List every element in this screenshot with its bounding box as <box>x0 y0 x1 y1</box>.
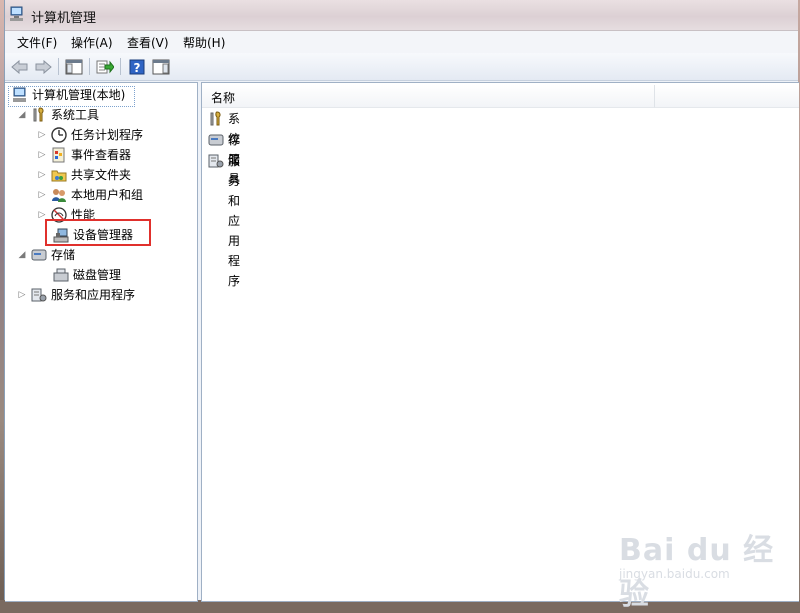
collapsed-arrow-icon[interactable]: ▷ <box>37 165 47 185</box>
tree-item-services-applications[interactable]: ▷ 服务和应用程序 <box>5 285 195 305</box>
tree-item-event-viewer[interactable]: ▷ 事件查看器 <box>5 145 195 165</box>
highlight-annotation-box <box>45 219 151 246</box>
window-title: 计算机管理 <box>31 11 97 26</box>
back-icon <box>11 59 28 74</box>
toolbar: ? <box>5 53 798 81</box>
forward-button[interactable] <box>32 56 54 77</box>
menu-view[interactable]: 查看(V) <box>125 34 171 51</box>
clock-icon <box>51 127 67 143</box>
menu-bar: 文件(F) 操作(A) 查看(V) 帮助(H) <box>5 31 798 54</box>
services-icon <box>31 288 47 302</box>
toolbar-separator <box>58 58 59 75</box>
toolbar-separator <box>120 58 121 75</box>
export-list-icon <box>96 60 114 73</box>
back-button[interactable] <box>9 56 31 77</box>
show-hide-action-pane-button[interactable] <box>150 56 172 77</box>
tree-item-local-users-groups[interactable]: ▷ 本地用户和组 <box>5 185 195 205</box>
tree-item-label: 磁盘管理 <box>73 268 122 282</box>
tree-root-computer-management[interactable]: 计算机管理(本地) <box>5 85 195 107</box>
users-icon <box>52 189 66 202</box>
console-tree-pane: 计算机管理(本地) ◢ 系统工具 ▷ 任务计划程序 ▷ 事件查看器 ▷ 共享文件… <box>5 82 198 602</box>
tree-item-storage[interactable]: ◢ 存储 <box>5 245 195 265</box>
services-icon <box>208 154 224 168</box>
menu-action[interactable]: 操作(A) <box>69 34 115 51</box>
tree-item-label: 事件查看器 <box>71 148 132 162</box>
help-icon: ? <box>129 59 145 75</box>
tree-root-label: 计算机管理(本地) <box>32 88 126 102</box>
svg-text:?: ? <box>134 61 141 75</box>
show-hide-console-tree-icon <box>65 59 83 74</box>
storage-icon <box>31 249 47 261</box>
tree-item-label: 任务计划程序 <box>71 128 144 142</box>
toolbar-separator <box>89 58 90 75</box>
baidu-jingyan-watermark: Bai du 经验 jingyan.baidu.com <box>619 515 789 612</box>
computer-management-icon <box>13 87 26 102</box>
tree-item-label: 存储 <box>51 248 76 262</box>
tree-item-task-scheduler[interactable]: ▷ 任务计划程序 <box>5 125 195 145</box>
expanded-arrow-icon[interactable]: ◢ <box>17 105 27 125</box>
column-header-name[interactable]: 名称 <box>202 85 655 108</box>
tree-item-label: 本地用户和组 <box>71 188 144 202</box>
event-viewer-icon <box>52 147 65 163</box>
title-bar[interactable]: 计算机管理 <box>5 0 798 31</box>
disk-management-icon <box>53 268 69 282</box>
tree-item-disk-management[interactable]: 磁盘管理 <box>5 265 195 285</box>
shared-folder-icon <box>51 170 67 182</box>
computer-management-window: 计算机管理 文件(F) 操作(A) 查看(V) 帮助(H) ? 计算机管理(本地… <box>4 0 799 612</box>
help-button[interactable]: ? <box>126 56 148 77</box>
storage-icon <box>208 134 224 146</box>
tools-icon <box>33 107 44 122</box>
column-header-label: 名称 <box>211 91 236 105</box>
collapsed-arrow-icon[interactable]: ▷ <box>17 285 27 305</box>
tree-item-label: 服务和应用程序 <box>51 288 136 302</box>
expanded-arrow-icon[interactable]: ◢ <box>17 245 27 265</box>
show-hide-action-pane-icon <box>152 59 170 74</box>
column-header-empty[interactable] <box>655 85 799 108</box>
collapsed-arrow-icon[interactable]: ▷ <box>37 185 47 205</box>
tree-item-shared-folders[interactable]: ▷ 共享文件夹 <box>5 165 195 185</box>
export-list-button[interactable] <box>94 56 116 77</box>
forward-icon <box>35 59 52 74</box>
menu-help[interactable]: 帮助(H) <box>181 34 227 51</box>
collapsed-arrow-icon[interactable]: ▷ <box>37 125 47 145</box>
menu-file[interactable]: 文件(F) <box>15 34 59 51</box>
show-hide-console-tree-button[interactable] <box>63 56 85 77</box>
tree-item-label: 系统工具 <box>51 108 100 122</box>
watermark-url: jingyan.baidu.com <box>619 567 730 581</box>
computer-management-icon <box>10 6 23 21</box>
collapsed-arrow-icon[interactable]: ▷ <box>37 145 47 165</box>
tree-item-system-tools[interactable]: ◢ 系统工具 <box>5 105 195 125</box>
tools-icon <box>210 111 221 126</box>
list-item-label: 服务和应用程序 <box>228 154 241 288</box>
tree-item-label: 共享文件夹 <box>71 168 132 182</box>
